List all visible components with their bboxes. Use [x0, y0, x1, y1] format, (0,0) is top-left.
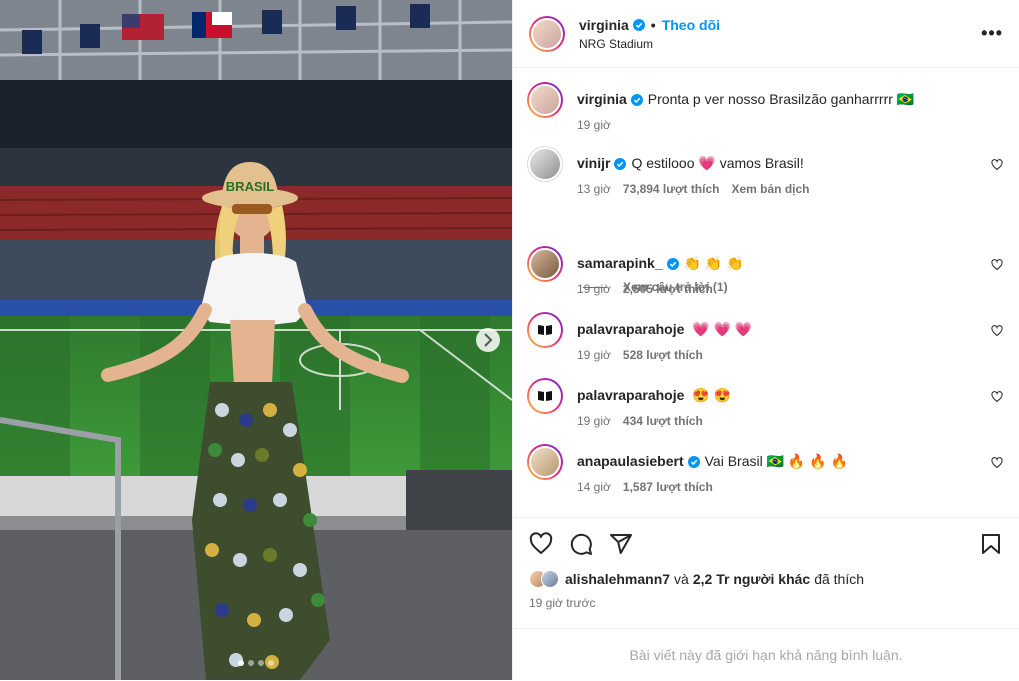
- liked-by: alishalehmann7 và 2,2 Tr người khác đã t…: [529, 570, 864, 588]
- more-options-icon[interactable]: •••: [981, 23, 1003, 44]
- carousel-dot: [238, 660, 244, 666]
- share-icon[interactable]: [609, 532, 633, 556]
- verified-icon: [614, 158, 627, 171]
- heart-icon[interactable]: [991, 457, 1003, 469]
- stadium-photo: BRASIL: [0, 0, 512, 680]
- comment-username[interactable]: vinijr: [577, 155, 610, 171]
- carousel-dot: [258, 660, 264, 666]
- hat-text: BRASIL: [226, 179, 274, 194]
- follow-button[interactable]: Theo dõi: [662, 17, 720, 33]
- carousel-dot: [268, 660, 274, 666]
- see-translation-link[interactable]: Xem bản dịch: [731, 182, 809, 196]
- caption-text: Pronta p ver nosso Brasilzão ganharrrrr …: [647, 91, 915, 107]
- comment-likes[interactable]: 2,505 lượt thích: [623, 282, 713, 296]
- verified-icon: [632, 18, 645, 31]
- comment-time[interactable]: 19 giờ: [577, 348, 611, 362]
- comment-icon[interactable]: [569, 532, 593, 556]
- comments-list[interactable]: virginia Pronta p ver nosso Brasilzão gan…: [513, 68, 1019, 517]
- comment-item: samarapink_ 👏 👏 👏 19 giờ 2,505 lượt thích: [527, 246, 1003, 296]
- comment-text: 👏 👏 👏: [683, 255, 744, 271]
- verified-icon: [687, 456, 700, 469]
- avatar[interactable]: [527, 82, 563, 118]
- post-actions: [513, 517, 1019, 569]
- comment-username[interactable]: samarapink_: [577, 255, 663, 271]
- heart-icon[interactable]: [991, 159, 1003, 171]
- post-time[interactable]: 19 giờ trước: [529, 596, 595, 610]
- comment-username[interactable]: palavraparahoje: [577, 321, 684, 337]
- author-avatar[interactable]: [529, 15, 565, 52]
- avatar[interactable]: [527, 246, 563, 282]
- heart-icon[interactable]: [991, 325, 1003, 337]
- post-detail-panel: virginia • Theo dõi NRG Stadium ••• virg…: [512, 0, 1019, 680]
- comment-text: 💗 💗 💗: [692, 321, 753, 337]
- liked-by-others[interactable]: 2,2 Tr người khác: [693, 571, 810, 587]
- liked-by-connector: và: [674, 571, 689, 587]
- heart-icon[interactable]: [991, 259, 1003, 271]
- carousel-indicator: [0, 660, 512, 666]
- comment-item: palavraparahoje 😍 😍 19 giờ 434 lượt thíc…: [527, 378, 1003, 428]
- book-icon: [538, 325, 552, 335]
- comment-text: Vai Brasil 🇧🇷 🔥 🔥 🔥: [704, 453, 848, 469]
- comment-text: Q estilooo 💗 vamos Brasil!: [631, 155, 804, 171]
- avatar[interactable]: [527, 378, 563, 414]
- comment-time[interactable]: 13 giờ: [577, 182, 611, 196]
- comment-likes[interactable]: 1,587 lượt thích: [623, 480, 713, 494]
- comment-likes[interactable]: 528 lượt thích: [623, 348, 703, 362]
- heart-icon[interactable]: [991, 391, 1003, 403]
- caption-time[interactable]: 19 giờ: [577, 118, 611, 132]
- avatar[interactable]: [527, 146, 563, 182]
- comment-likes[interactable]: 73,894 lượt thích: [623, 182, 720, 196]
- comment-item: anapaulasiebert Vai Brasil 🇧🇷 🔥 🔥 🔥 14 gi…: [527, 444, 1003, 494]
- liker-avatar: [541, 570, 559, 588]
- carousel-dot: [248, 660, 254, 666]
- comment-item: vinijr Q estilooo 💗 vamos Brasil! 13 giờ …: [527, 146, 1003, 196]
- verified-icon: [666, 258, 679, 271]
- location-link[interactable]: NRG Stadium: [579, 37, 981, 51]
- author-username[interactable]: virginia: [579, 17, 629, 33]
- like-heart-icon[interactable]: [529, 531, 553, 556]
- caption-username[interactable]: virginia: [577, 91, 627, 107]
- comment-time[interactable]: 14 giờ: [577, 480, 611, 494]
- avatar[interactable]: [527, 444, 563, 480]
- separator-dot: •: [650, 16, 656, 33]
- liked-by-suffix: đã thích: [814, 571, 865, 587]
- comments-limited-notice: Bài viết này đã giới hạn khả năng bình l…: [513, 628, 1019, 681]
- post-header: virginia • Theo dõi NRG Stadium •••: [513, 0, 1019, 68]
- verified-icon: [630, 94, 643, 107]
- post-photo[interactable]: BRASIL: [0, 0, 512, 680]
- caption: virginia Pronta p ver nosso Brasilzão gan…: [527, 82, 1003, 132]
- save-bookmark-icon[interactable]: [979, 532, 1003, 556]
- comment-time[interactable]: 19 giờ: [577, 282, 611, 296]
- avatar[interactable]: [527, 312, 563, 348]
- comment-likes[interactable]: 434 lượt thích: [623, 414, 703, 428]
- comment-text: 😍 😍: [692, 387, 732, 403]
- comment-time[interactable]: 19 giờ: [577, 414, 611, 428]
- book-icon: [538, 391, 552, 401]
- comment-username[interactable]: palavraparahoje: [577, 387, 684, 403]
- liker-username[interactable]: alishalehmann7: [565, 571, 670, 587]
- comment-item: palavraparahoje 💗 💗 💗 19 giờ 528 lượt th…: [527, 312, 1003, 362]
- comment-username[interactable]: anapaulasiebert: [577, 453, 684, 469]
